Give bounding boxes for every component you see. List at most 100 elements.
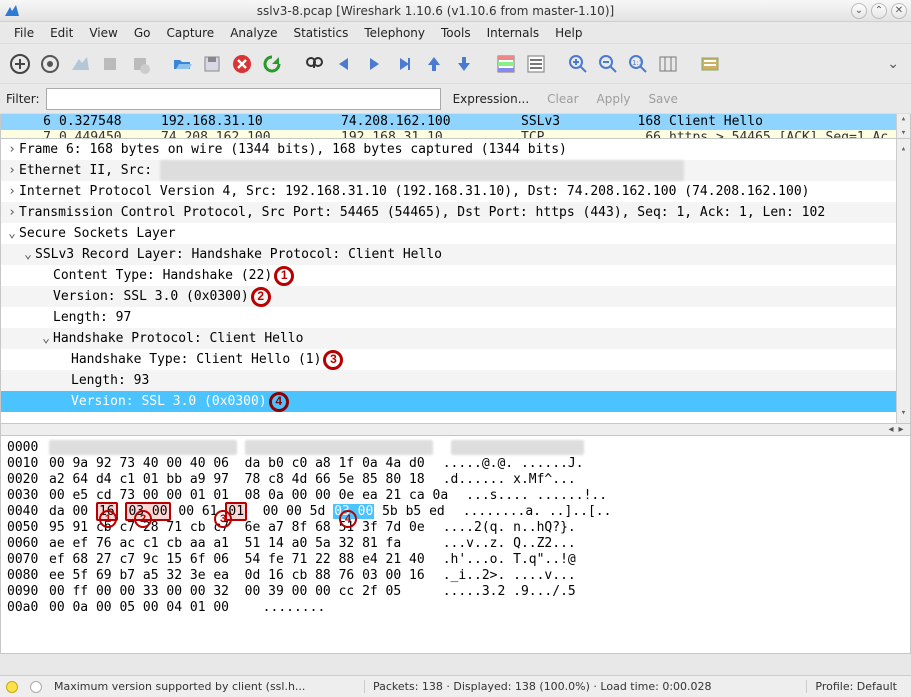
titlebar: sslv3-8.pcap [Wireshark 1.10.6 (v1.10.6 … [0,0,911,22]
start-capture-icon[interactable] [66,50,94,78]
close-file-icon[interactable] [228,50,256,78]
scroll-left-icon[interactable]: ◂ [886,425,896,435]
toolbar: 1:1 ⌄ [0,44,911,84]
tree-row[interactable]: ›Transmission Control Protocol, Src Port… [1,202,910,223]
tree-row[interactable]: ›Ethernet II, Src: 00:00:00:00:00:00 (00… [1,160,910,181]
resize-columns-icon[interactable] [654,50,682,78]
details-pane[interactable]: ›Frame 6: 168 bytes on wire (1344 bits),… [0,139,911,424]
tree-row[interactable]: ⌄Secure Sockets Layer [1,223,910,244]
menu-internals[interactable]: Internals [479,24,548,42]
interfaces-icon[interactable] [6,50,34,78]
go-last-icon[interactable] [450,50,478,78]
options-icon[interactable] [36,50,64,78]
menu-go[interactable]: Go [126,24,159,42]
filter-expression-button[interactable]: Expression... [447,92,536,106]
svg-text:1:1: 1:1 [632,59,643,67]
tree-row[interactable]: ›Frame 6: 168 bytes on wire (1344 bits),… [1,139,910,160]
go-forward-icon[interactable] [360,50,388,78]
capture-comment-icon[interactable] [30,681,42,693]
packet-list-scrollbar[interactable]: ▴▾ [896,114,910,138]
app-icon [4,3,20,19]
col-length: 168 [611,114,661,130]
details-scrollbar[interactable]: ▴▾ [896,139,910,424]
collapse-icon[interactable]: ⌄ [5,223,19,244]
zoom-reset-icon[interactable]: 1:1 [624,50,652,78]
close-button[interactable]: ✕ [891,3,907,19]
reload-icon[interactable] [258,50,286,78]
menu-capture[interactable]: Capture [158,24,222,42]
maximize-button[interactable]: ⌃ [871,3,887,19]
go-first-icon[interactable] [420,50,448,78]
hex-row[interactable]: 0070ef 68 27 c7 9c 15 6f 06 54 fe 71 22 … [7,552,910,568]
collapse-icon[interactable]: ⌄ [21,244,35,265]
packet-row-selected[interactable]: 6 0.327548 192.168.31.10 74.208.162.100 … [1,114,910,130]
go-to-packet-icon[interactable] [390,50,418,78]
status-profile[interactable]: Profile: Default [806,680,905,693]
tree-row[interactable]: Version: SSL 3.0 (0x0300)2 [1,286,910,307]
expand-icon[interactable]: › [5,202,19,223]
tree-row-selected[interactable]: Version: SSL 3.0 (0x0300)4 [1,391,910,412]
expand-icon[interactable]: › [5,160,19,181]
hex-row[interactable]: 00a000 0a 00 05 00 04 01 00 ........ [7,600,910,616]
go-back-icon[interactable] [330,50,358,78]
bytes-pane[interactable]: 0000xx xx xx xx xx xx xx xx xx xx xx xx … [0,436,911,654]
collapse-icon[interactable]: ⌄ [39,328,53,349]
capture-filters-icon[interactable] [696,50,724,78]
col-source: 192.168.31.10 [161,114,341,130]
pane-splitter[interactable]: ◂ ▸ [0,424,911,436]
toolbar-overflow-icon[interactable]: ⌄ [881,56,905,72]
tree-row[interactable]: ⌄SSLv3 Record Layer: Handshake Protocol:… [1,244,910,265]
hex-row[interactable]: 009000 ff 00 00 33 00 00 32 00 39 00 00 … [7,584,910,600]
col-info: Client Hello [661,114,900,130]
restart-capture-icon[interactable] [126,50,154,78]
colorize-icon[interactable] [492,50,520,78]
expert-info-icon[interactable] [6,681,18,693]
menu-telephony[interactable]: Telephony [356,24,433,42]
tree-row[interactable]: Length: 93 [1,370,910,391]
tree-row[interactable]: ⌄Handshake Protocol: Client Hello [1,328,910,349]
menu-help[interactable]: Help [547,24,590,42]
save-icon[interactable] [198,50,226,78]
tree-row[interactable]: Handshake Type: Client Hello (1)3 [1,349,910,370]
col-time: 0.327548 [51,114,161,130]
menu-edit[interactable]: Edit [42,24,81,42]
auto-scroll-icon[interactable] [522,50,550,78]
tree-row[interactable]: ›Internet Protocol Version 4, Src: 192.1… [1,181,910,202]
hex-row[interactable]: 001000 9a 92 73 40 00 40 06 da b0 c0 a8 … [7,456,910,472]
col-no: 6 [11,114,51,130]
statusbar: Maximum version supported by client (ssl… [0,675,911,697]
hex-annotation-3: 3 [214,510,232,528]
hex-row[interactable]: 0020a2 64 d4 c1 01 bb a9 97 78 c8 4d 66 … [7,472,910,488]
filter-save-button[interactable]: Save [642,92,683,106]
menu-view[interactable]: View [81,24,125,42]
hex-annotation-2: 2 [134,510,152,528]
tree-row[interactable]: Length: 97 [1,307,910,328]
filter-clear-button[interactable]: Clear [541,92,584,106]
find-icon[interactable] [300,50,328,78]
col-dest: 74.208.162.100 [341,114,521,130]
stop-capture-icon[interactable] [96,50,124,78]
hex-row[interactable]: 0000xx xx xx xx xx xx xx xx xx xx xx xx … [7,440,910,456]
masked-mac: 00:00:00:00:00:00 (00:00:00:00:00:00), D… [160,160,684,181]
menu-analyze[interactable]: Analyze [222,24,285,42]
filter-label: Filter: [6,92,40,106]
packet-list-pane[interactable]: 6 0.327548 192.168.31.10 74.208.162.100 … [0,114,911,139]
tree-row[interactable]: Content Type: Handshake (22)1 [1,265,910,286]
filter-apply-button[interactable]: Apply [591,92,637,106]
expand-icon[interactable]: › [5,181,19,202]
annotation-2: 2 [251,287,271,307]
annotation-3: 3 [323,350,343,370]
minimize-button[interactable]: ⌄ [851,3,867,19]
menu-tools[interactable]: Tools [433,24,479,42]
hex-row[interactable]: 0060ae ef 76 ac c1 cb aa a1 51 14 a0 5a … [7,536,910,552]
zoom-in-icon[interactable] [564,50,592,78]
expand-icon[interactable]: › [5,139,19,160]
menu-file[interactable]: File [6,24,42,42]
hex-row[interactable]: 0080ee 5f 69 b7 a5 32 3e ea 0d 16 cb 88 … [7,568,910,584]
packet-row[interactable]: 7 0.449450 74.208.162.100 192.168.31.10 … [1,130,910,139]
zoom-out-icon[interactable] [594,50,622,78]
open-icon[interactable] [168,50,196,78]
menu-statistics[interactable]: Statistics [285,24,356,42]
scroll-right-icon[interactable]: ▸ [896,425,906,435]
filter-input[interactable] [46,88,441,110]
